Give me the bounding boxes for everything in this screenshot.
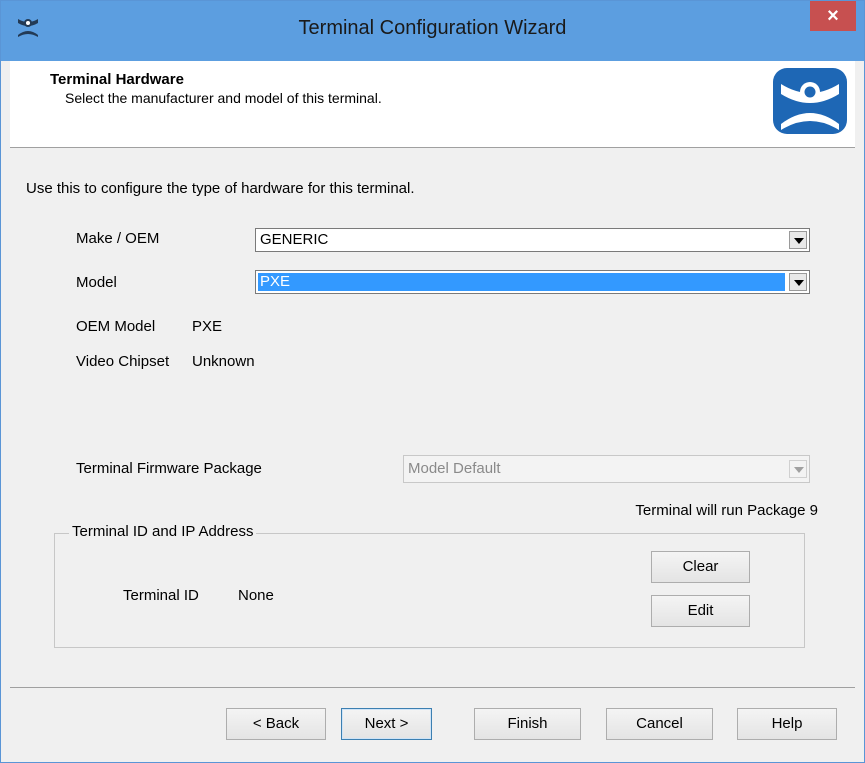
close-icon: ×: [827, 5, 839, 27]
intro-text: Use this to configure the type of hardwa…: [26, 180, 415, 197]
video-chipset-label: Video Chipset: [76, 353, 170, 370]
firmware-label: Terminal Firmware Package: [76, 460, 262, 477]
model-label: Model: [76, 274, 117, 291]
wizard-content: Use this to configure the type of hardwa…: [10, 148, 855, 759]
make-label: Make / OEM: [76, 230, 160, 247]
terminal-id-group: Terminal ID and IP Address Terminal ID N…: [54, 523, 805, 648]
make-value: GENERIC: [260, 231, 329, 248]
title-bar[interactable]: Terminal Configuration Wizard ×: [1, 1, 864, 61]
footer-divider: [10, 687, 855, 688]
video-chipset-value: Unknown: [192, 353, 255, 370]
chevron-down-icon[interactable]: [789, 231, 807, 249]
firmware-dropdown[interactable]: Model Default: [403, 455, 810, 483]
window-title: Terminal Configuration Wizard: [298, 17, 567, 39]
back-button[interactable]: < Back: [226, 708, 326, 740]
page-title: Terminal Hardware: [50, 71, 184, 88]
edit-button[interactable]: Edit: [651, 595, 750, 627]
next-button[interactable]: Next >: [341, 708, 432, 740]
wizard-header: Terminal Hardware Select the manufacture…: [10, 61, 855, 148]
page-subtitle: Select the manufacturer and model of thi…: [65, 90, 382, 106]
oem-model-value: PXE: [192, 318, 223, 335]
firmware-value: Model Default: [408, 460, 501, 477]
selection-highlight: [258, 273, 785, 291]
close-button[interactable]: ×: [810, 1, 856, 31]
wizard-window: Terminal Configuration Wizard × Terminal…: [0, 0, 865, 763]
model-value: PXE: [260, 273, 291, 290]
make-dropdown[interactable]: GENERIC: [255, 228, 810, 252]
cancel-button[interactable]: Cancel: [606, 708, 713, 740]
terminal-id-value: None: [238, 587, 274, 604]
group-title: Terminal ID and IP Address: [69, 523, 257, 540]
firmware-note: Terminal will run Package 9: [635, 502, 818, 519]
help-button[interactable]: Help: [737, 708, 837, 740]
clear-button[interactable]: Clear: [651, 551, 750, 583]
finish-button[interactable]: Finish: [474, 708, 581, 740]
terminal-services-logo: [773, 68, 847, 134]
model-dropdown[interactable]: PXE: [255, 270, 810, 294]
chevron-down-icon: [789, 460, 807, 478]
chevron-down-icon[interactable]: [789, 273, 807, 291]
terminal-id-label: Terminal ID: [123, 587, 199, 604]
oem-model-label: OEM Model: [76, 318, 156, 335]
